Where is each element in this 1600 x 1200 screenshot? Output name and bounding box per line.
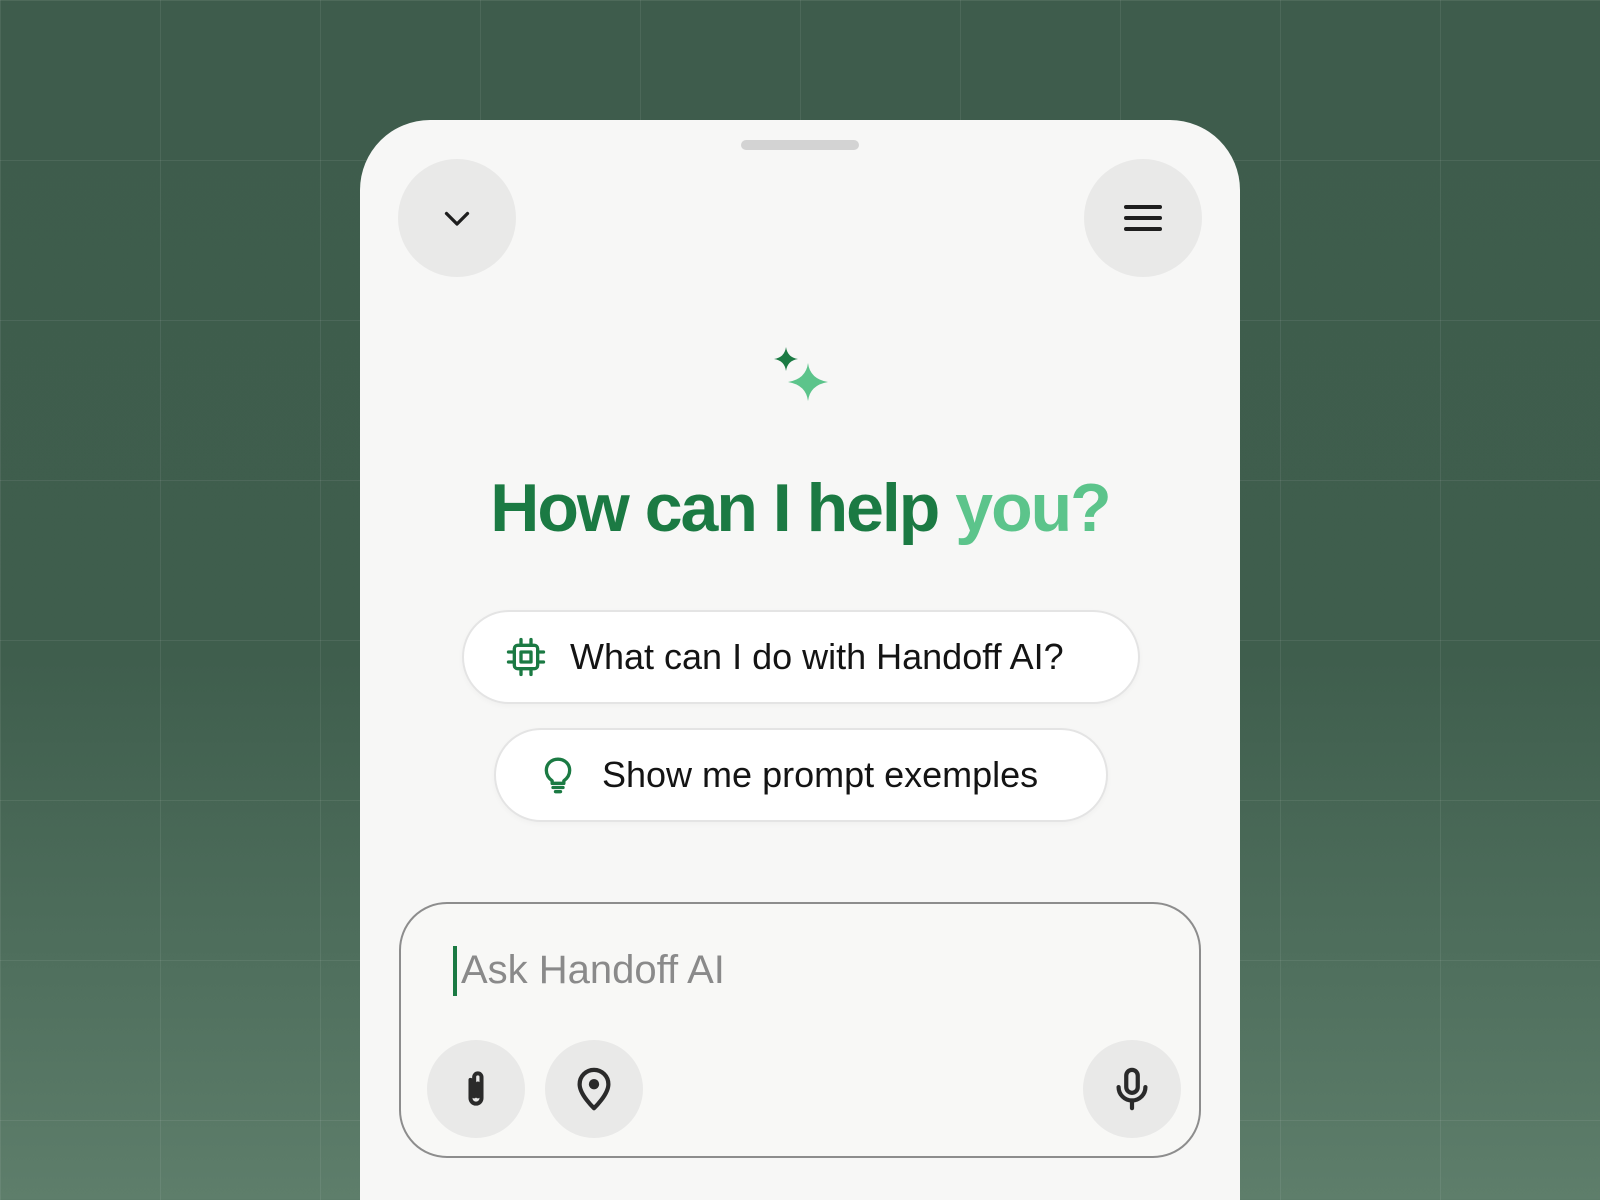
- attach-button[interactable]: [427, 1040, 525, 1138]
- assistant-panel: How can I help you? What can I do with H…: [360, 120, 1240, 1200]
- drag-handle[interactable]: [741, 140, 859, 150]
- suggestion-chip-label: Show me prompt exemples: [602, 754, 1039, 795]
- menu-button[interactable]: [1084, 159, 1202, 277]
- prompt-input[interactable]: [461, 940, 1061, 1000]
- suggestion-chip-prompt-examples[interactable]: Show me prompt exemples: [494, 728, 1108, 822]
- page-title: How can I help you?: [360, 468, 1240, 550]
- suggestion-chip-label: What can I do with Handoff AI?: [570, 636, 1064, 677]
- microphone-icon: [1116, 1067, 1148, 1111]
- sparkle-icon: [774, 347, 828, 401]
- page-title-part-2: you?: [955, 470, 1111, 546]
- collapse-button[interactable]: [398, 159, 516, 277]
- hamburger-menu-icon: [1124, 205, 1162, 231]
- lightbulb-icon: [536, 753, 580, 797]
- page-title-part-1: How can I help: [490, 470, 940, 546]
- text-cursor: [453, 946, 457, 996]
- paperclip-icon: [468, 1071, 484, 1106]
- chip-processor-icon: [504, 635, 548, 679]
- voice-input-button[interactable]: [1083, 1040, 1181, 1138]
- suggestion-chip-handoff-capabilities[interactable]: What can I do with Handoff AI?: [462, 610, 1140, 704]
- location-pin-icon: [577, 1067, 611, 1111]
- location-button[interactable]: [545, 1040, 643, 1138]
- prompt-composer: [399, 902, 1201, 1158]
- chevron-down-icon: [444, 211, 470, 226]
